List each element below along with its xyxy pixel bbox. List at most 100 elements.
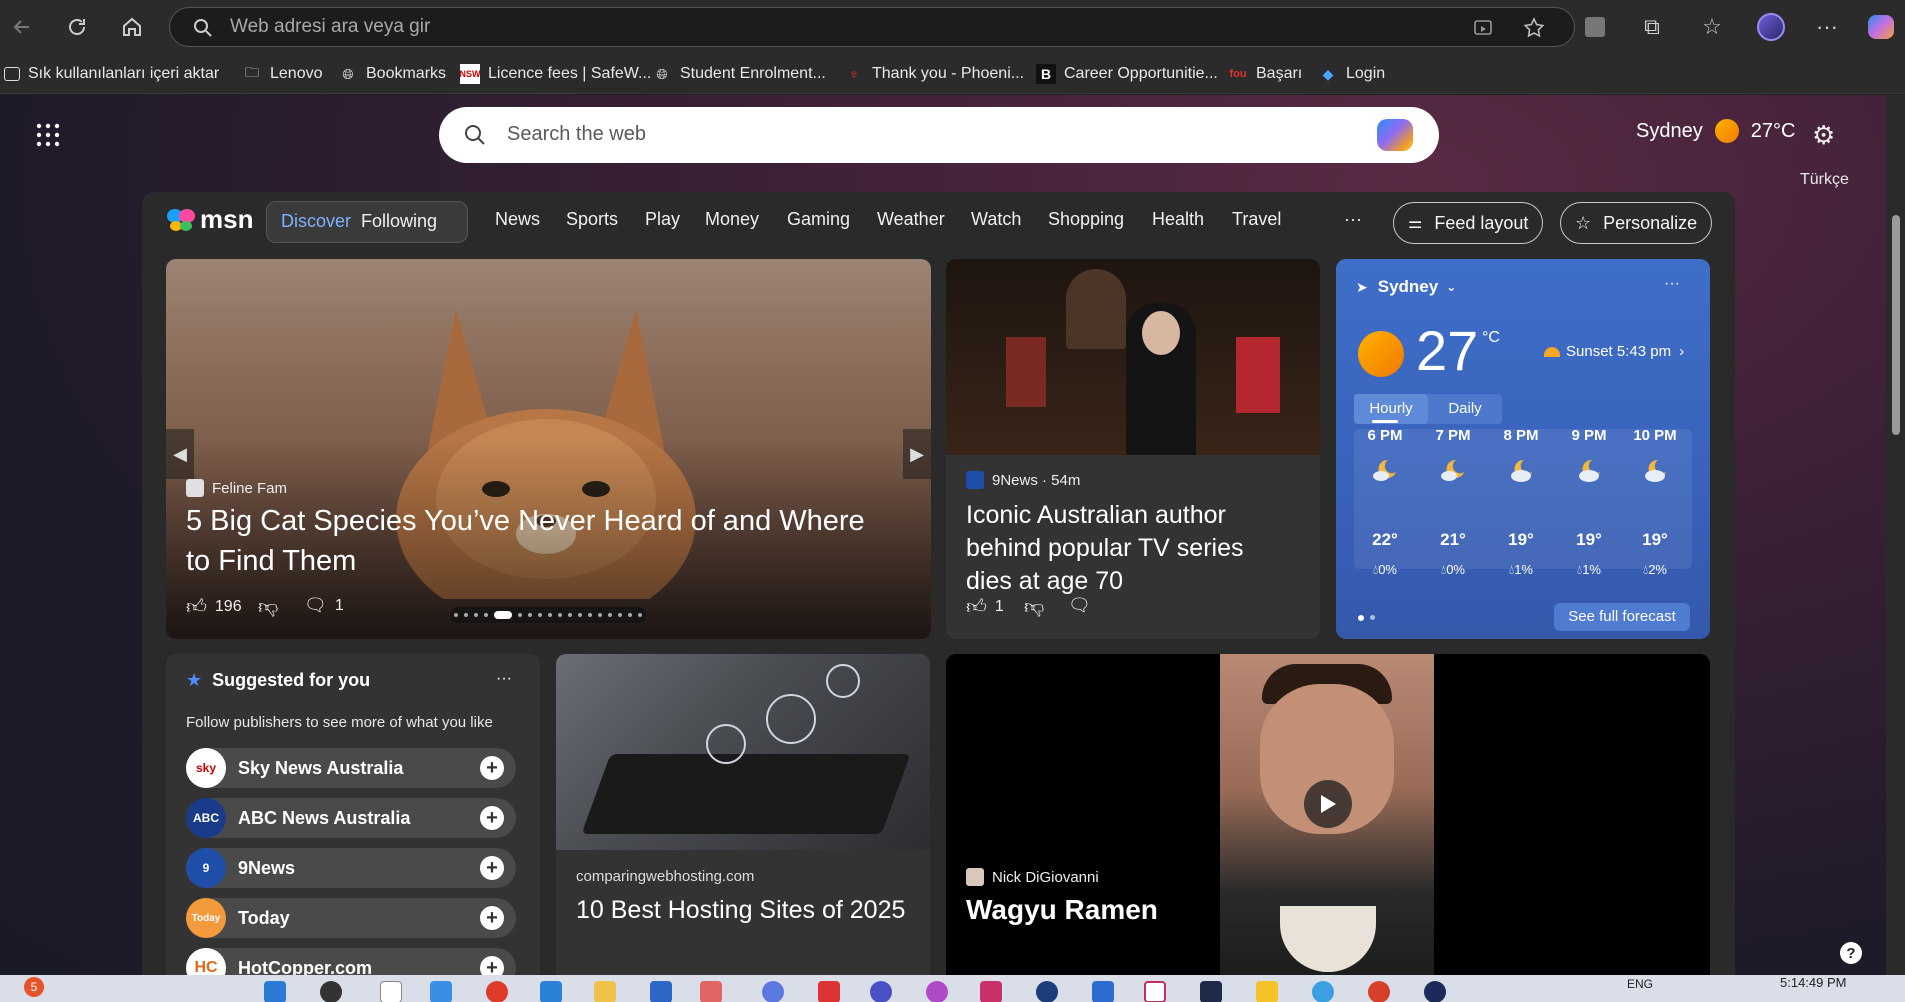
- home-button[interactable]: [113, 8, 151, 46]
- publisher-row[interactable]: sky Sky News Australia +: [186, 748, 516, 788]
- app-icon[interactable]: [1256, 981, 1278, 1002]
- bookmark-basari[interactable]: fou Başarı: [1228, 61, 1302, 87]
- follow-plus-icon[interactable]: +: [480, 956, 504, 975]
- hero-story-card[interactable]: ◀ ▶ Feline Fam 5 Big Cat Species You’ve …: [166, 259, 931, 639]
- search-icon[interactable]: [320, 981, 342, 1002]
- language-link[interactable]: Türkçe: [1800, 171, 1849, 189]
- copilot-button[interactable]: [1862, 8, 1900, 46]
- tab-following[interactable]: Following: [361, 211, 437, 232]
- follow-plus-icon[interactable]: +: [480, 906, 504, 930]
- hero-prev-button[interactable]: ◀: [166, 429, 194, 479]
- more-menu-button[interactable]: ···: [1808, 8, 1846, 46]
- news-dislike-button[interactable]: 👎︎: [1024, 595, 1044, 619]
- hosting-title[interactable]: 10 Best Hosting Sites of 2025: [576, 894, 916, 927]
- favorite-star-icon[interactable]: [1523, 17, 1545, 39]
- nav-play[interactable]: Play: [645, 209, 680, 230]
- hero-dislike-button[interactable]: 👎︎: [258, 595, 278, 619]
- app-icon[interactable]: [1144, 981, 1166, 1002]
- address-bar[interactable]: Web adresi ara veya gir: [169, 7, 1575, 47]
- weather-more-icon[interactable]: ···: [1664, 275, 1680, 293]
- apps-grid-icon[interactable]: [36, 123, 60, 147]
- follow-plus-icon[interactable]: +: [480, 756, 504, 780]
- video-card[interactable]: Nick DiGiovanni Wagyu Ramen: [946, 654, 1710, 975]
- notification-badge[interactable]: 5: [24, 977, 44, 997]
- split-screen-button[interactable]: [1576, 8, 1614, 46]
- news-comment-button[interactable]: 🗨︎: [1068, 595, 1091, 616]
- nav-sports[interactable]: Sports: [566, 209, 618, 230]
- app-icon[interactable]: [762, 981, 784, 1002]
- clock[interactable]: 5:14:49 PM: [1780, 975, 1847, 990]
- nav-shopping[interactable]: Shopping: [1048, 209, 1124, 230]
- page-scrollbar[interactable]: [1886, 95, 1905, 975]
- copilot-icon[interactable]: [1377, 119, 1413, 151]
- tab-daily[interactable]: Daily: [1428, 394, 1502, 424]
- hero-title[interactable]: 5 Big Cat Species You’ve Never Heard of …: [186, 501, 916, 581]
- video-title[interactable]: Wagyu Ramen: [966, 894, 1158, 926]
- publisher-row[interactable]: 9 9News +: [186, 848, 516, 888]
- hero-like-button[interactable]: 👍︎ 196: [186, 595, 242, 619]
- nav-gaming[interactable]: Gaming: [787, 209, 850, 230]
- app-icon[interactable]: [1368, 981, 1390, 1002]
- publisher-row[interactable]: Today Today +: [186, 898, 516, 938]
- feed-layout-button[interactable]: ⚌ Feed layout: [1393, 202, 1544, 244]
- news-card-author[interactable]: 9News · 54m Iconic Australian author beh…: [946, 259, 1320, 639]
- refresh-button[interactable]: [58, 8, 96, 46]
- bookmark-licence-fees[interactable]: NSW Licence fees | SafeW...: [460, 61, 651, 87]
- settings-gear-icon[interactable]: ⚙: [1812, 120, 1835, 151]
- app-icon[interactable]: [980, 981, 1002, 1002]
- app-icon[interactable]: [700, 981, 722, 1002]
- app-icon[interactable]: [870, 981, 892, 1002]
- bookmark-student-enrolment[interactable]: 🌐︎ Student Enrolment...: [652, 61, 825, 87]
- web-search-box[interactable]: Search the web: [439, 107, 1439, 163]
- news-like-button[interactable]: 👍︎ 1: [966, 595, 1004, 619]
- nav-weather[interactable]: Weather: [877, 209, 945, 230]
- profile-button[interactable]: [1752, 8, 1790, 46]
- back-button[interactable]: [3, 8, 41, 46]
- app-icon[interactable]: [540, 981, 562, 1002]
- app-icon[interactable]: [486, 981, 508, 1002]
- bookmark-lenovo[interactable]: 🗀 Lenovo: [242, 61, 323, 87]
- app-icon[interactable]: [926, 981, 948, 1002]
- tab-discover[interactable]: Discover: [281, 211, 351, 232]
- nav-watch[interactable]: Watch: [971, 209, 1021, 230]
- nav-more[interactable]: ···: [1344, 209, 1362, 230]
- help-icon[interactable]: ?: [1840, 942, 1862, 964]
- nav-health[interactable]: Health: [1152, 209, 1204, 230]
- task-view-icon[interactable]: [380, 981, 402, 1002]
- hero-next-button[interactable]: ▶: [903, 429, 931, 479]
- see-full-forecast-button[interactable]: See full forecast: [1554, 603, 1690, 631]
- bookmark-career[interactable]: B Career Opportunitie...: [1036, 61, 1218, 87]
- start-icon[interactable]: [264, 981, 286, 1002]
- nav-travel[interactable]: Travel: [1232, 209, 1281, 230]
- calendar-icon[interactable]: [1092, 981, 1114, 1002]
- extensions-button[interactable]: ⧉: [1633, 8, 1671, 46]
- follow-plus-icon[interactable]: +: [480, 806, 504, 830]
- nav-news[interactable]: News: [495, 209, 540, 230]
- bookmark-bookmarks[interactable]: 🌐︎ Bookmarks: [338, 61, 446, 87]
- file-explorer-icon[interactable]: [594, 981, 616, 1002]
- hero-comment-button[interactable]: 🗨︎ 1: [304, 595, 344, 616]
- app-icon[interactable]: [430, 981, 452, 1002]
- input-language[interactable]: ENG: [1627, 977, 1653, 991]
- app-available-icon[interactable]: [1472, 17, 1494, 39]
- app-icon[interactable]: [1312, 981, 1334, 1002]
- play-button[interactable]: [1304, 780, 1352, 828]
- bookmark-import[interactable]: Sık kullanılanları içeri aktar: [4, 61, 219, 87]
- publisher-row[interactable]: ABC ABC News Australia +: [186, 798, 516, 838]
- hosting-article-card[interactable]: comparingwebhosting.com 10 Best Hosting …: [556, 654, 930, 975]
- personalize-button[interactable]: ☆ Personalize: [1560, 202, 1713, 244]
- sunset-link[interactable]: Sunset 5:43 pm ›: [1544, 343, 1684, 360]
- app-icon[interactable]: [1424, 981, 1446, 1002]
- msn-logo[interactable]: msn: [166, 204, 253, 235]
- app-icon[interactable]: [1036, 981, 1058, 1002]
- news-title[interactable]: Iconic Australian author behind popular …: [966, 499, 1306, 598]
- app-icon[interactable]: [818, 981, 840, 1002]
- header-weather[interactable]: Sydney 27°C: [1636, 119, 1795, 143]
- favorites-button[interactable]: ☆: [1693, 8, 1731, 46]
- weather-location[interactable]: ➤ Sydney ⌄: [1356, 277, 1456, 297]
- scroll-thumb[interactable]: [1892, 215, 1900, 435]
- app-icon[interactable]: [1200, 981, 1222, 1002]
- follow-plus-icon[interactable]: +: [480, 856, 504, 880]
- weather-card[interactable]: ➤ Sydney ⌄ ··· 27 °C Sunset 5:43 pm › Ho…: [1336, 259, 1710, 639]
- suggested-more-icon[interactable]: ···: [496, 670, 512, 688]
